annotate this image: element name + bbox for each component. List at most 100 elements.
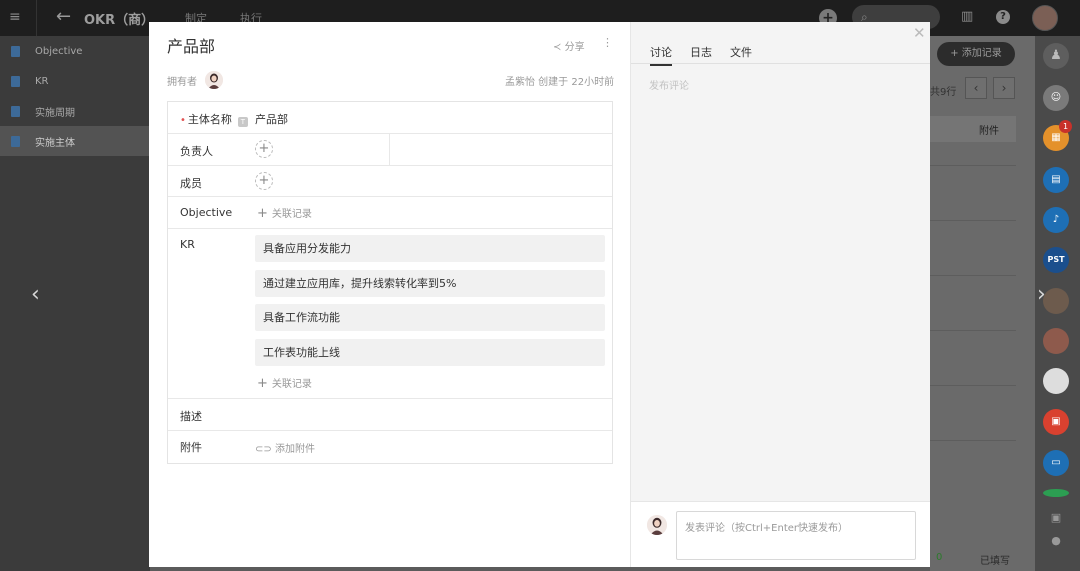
tab-files[interactable]: 文件	[730, 44, 752, 60]
contact-avatar[interactable]	[1043, 368, 1069, 394]
created-meta: 孟紫怡 创建于 22小时前	[505, 77, 615, 88]
sidebar-item-label: Objective	[35, 45, 83, 57]
plus-icon: +	[257, 206, 268, 221]
tab-log[interactable]: 日志	[690, 44, 712, 60]
add-leader-icon[interactable]: +	[255, 140, 273, 158]
owner-label: 拥有者	[167, 77, 197, 88]
table-row	[930, 220, 1016, 221]
sidebar-item-label: 实施周期	[35, 107, 75, 119]
add-record-label: 添加记录	[961, 48, 1002, 59]
help-icon[interactable]: ?	[996, 10, 1010, 24]
chat-icon[interactable]: ▤	[1043, 167, 1069, 193]
field-label: • 主体名称 T	[180, 111, 248, 127]
settings-icon[interactable]: ●	[1043, 528, 1069, 554]
share-button[interactable]: ≺ 分享	[553, 38, 585, 53]
discussion-pane: ✕ 讨论 日志 文件 发布评论 发表评论（按Ctrl+Enter快速发布）	[630, 22, 930, 567]
book-icon[interactable]: ▥	[961, 9, 973, 24]
owner-avatar[interactable]	[205, 71, 223, 89]
app-icon[interactable]	[1043, 489, 1069, 497]
prev-record-arrow-icon[interactable]: ‹	[31, 283, 40, 307]
column-divider	[389, 134, 390, 165]
more-options-icon[interactable]: ⋮	[602, 36, 613, 49]
table-row	[930, 330, 1016, 331]
edit-icon[interactable]: T	[237, 117, 248, 127]
document-icon	[11, 135, 20, 147]
kr-record-item[interactable]: 通过建立应用库，提升线索转化率到5%	[255, 270, 605, 297]
topbar-divider	[36, 0, 37, 36]
field-subject: • 主体名称 T 产品部	[168, 102, 612, 134]
field-leader: 负责人 +	[168, 134, 612, 166]
link-record-label: 关联记录	[271, 209, 312, 220]
add-record-button[interactable]: + 添加记录	[937, 42, 1015, 66]
subject-value[interactable]: 产品部	[255, 111, 288, 127]
column-attachment: 附件	[979, 126, 999, 137]
table-header	[930, 116, 1016, 142]
sidebar-item-kr[interactable]: KR	[0, 66, 150, 96]
record-detail-pane: 产品部 ≺ 分享 ⋮ 拥有者 孟紫怡 创建于 22小时前 • 主体名称 T 产品部 …	[149, 22, 630, 567]
comment-empty-placeholder: 发布评论	[649, 81, 689, 92]
document-icon	[11, 105, 20, 117]
field-attachment: 附件 ⊂⊃ 添加附件	[168, 431, 612, 463]
link-record-button[interactable]: + 关联记录	[257, 375, 312, 391]
table-row	[930, 440, 1016, 441]
tab-divider	[631, 63, 930, 64]
calendar-icon[interactable]: ▣	[1043, 409, 1069, 435]
field-label: 附件	[180, 441, 202, 454]
field-label: 成员	[180, 177, 202, 190]
record-title: 产品部	[167, 37, 216, 56]
pin-icon[interactable]: ♟	[1043, 43, 1069, 69]
field-objective: Objective + 关联记录	[168, 197, 612, 229]
pst-icon[interactable]: PST	[1043, 247, 1069, 273]
sidebar-item-label: KR	[35, 75, 49, 87]
document-icon	[11, 45, 20, 57]
app-title: OKR（商）	[84, 13, 155, 28]
user-avatar[interactable]	[1032, 5, 1058, 31]
paperclip-icon: ⊂⊃	[255, 444, 272, 455]
avatar-portrait-icon	[205, 71, 223, 89]
sidebar-item-cycle[interactable]: 实施周期	[0, 96, 150, 126]
share-icon: ≺	[553, 42, 562, 53]
comment-input[interactable]: 发表评论（按Ctrl+Enter快速发布）	[676, 511, 916, 560]
row-count: 共9行	[930, 87, 957, 98]
document-icon	[11, 75, 20, 87]
add-attachment-label: 添加附件	[274, 444, 315, 455]
sidebar-item-label: 实施主体	[35, 137, 75, 149]
comment-composer: 发表评论（按Ctrl+Enter快速发布）	[631, 501, 930, 567]
add-member-icon[interactable]: +	[255, 172, 273, 190]
field-members: 成员 +	[168, 166, 612, 197]
field-label: 负责人	[180, 145, 213, 158]
field-label-text: 主体名称	[187, 113, 232, 126]
contacts-icon[interactable]: ☺	[1043, 85, 1069, 111]
next-page-button[interactable]: ›	[993, 77, 1015, 99]
menu-icon[interactable]: ≡	[9, 10, 25, 24]
kr-record-item[interactable]: 工作表功能上线	[255, 339, 605, 366]
sidebar: Objective KR 实施周期 实施主体	[0, 36, 150, 571]
field-description[interactable]: 描述	[168, 399, 612, 431]
next-record-arrow-icon[interactable]: ›	[1037, 283, 1046, 307]
footer-filled: 已填写	[980, 556, 1010, 567]
back-arrow-icon[interactable]: ←	[56, 7, 71, 27]
field-label: Objective	[180, 206, 233, 219]
table-row	[930, 385, 1016, 386]
close-icon[interactable]: ✕	[913, 24, 926, 42]
prev-page-button[interactable]: ‹	[965, 77, 987, 99]
sidebar-item-subject[interactable]: 实施主体	[0, 126, 150, 156]
sidebar-item-objective[interactable]: Objective	[0, 36, 150, 66]
group-avatar[interactable]	[1043, 288, 1069, 314]
kr-record-item[interactable]: 具备应用分发能力	[255, 235, 605, 262]
add-attachment-button[interactable]: ⊂⊃ 添加附件	[255, 440, 315, 455]
notification-badge: 1	[1059, 120, 1072, 133]
avatar-portrait-icon	[647, 515, 667, 535]
plus-icon: +	[257, 376, 268, 391]
record-form: • 主体名称 T 产品部 负责人 + 成员 + Objective + 关联记录 KR…	[167, 101, 613, 464]
link-record-label: 关联记录	[271, 379, 312, 390]
required-marker: •	[180, 115, 186, 126]
contact-avatar[interactable]	[1043, 328, 1069, 354]
link-record-button[interactable]: + 关联记录	[257, 205, 312, 221]
kr-record-item[interactable]: 具备工作流功能	[255, 304, 605, 331]
bell-icon[interactable]: ♪	[1043, 207, 1069, 233]
folder-icon[interactable]: ▭	[1043, 450, 1069, 476]
field-label: 描述	[180, 410, 202, 423]
field-kr: KR 具备应用分发能力 通过建立应用库，提升线索转化率到5% 具备工作流功能 工…	[168, 229, 612, 399]
table-row	[930, 275, 1016, 276]
